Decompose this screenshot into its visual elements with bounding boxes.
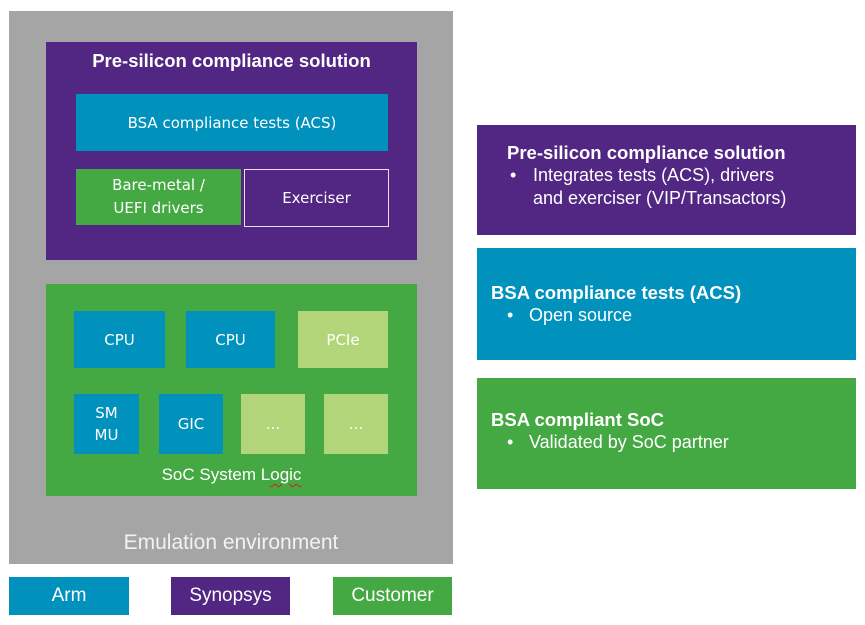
bullet-icon: • <box>510 165 517 185</box>
other-block: ... <box>241 394 305 454</box>
card-bullet-list: • Validated by SoC partner <box>491 431 856 454</box>
card-acs-tests: BSA compliance tests (ACS) • Open source <box>477 248 856 360</box>
card-title: BSA compliant SoC <box>491 409 665 430</box>
presilicon-solution-box <box>46 42 417 260</box>
soc-label-text: SoC System L <box>161 465 271 484</box>
bullet-text: Open source <box>529 305 633 325</box>
spellcheck-flagged-text: ogic <box>270 465 302 484</box>
cpu-block: CPU <box>186 311 275 368</box>
soc-system-logic-label: SoC System Logic <box>46 462 417 488</box>
card-bullet: • Open source <box>491 304 856 327</box>
bullet-line-1: Integrates tests (ACS), drivers <box>533 165 775 185</box>
card-bullet: • Validated by SoC partner <box>491 431 856 454</box>
acs-tests-block: BSA compliance tests (ACS) <box>76 94 388 151</box>
drivers-block: Bare-metal / UEFI drivers <box>76 169 241 225</box>
card-bullet-list: • Integrates tests (ACS), drivers and ex… <box>507 164 856 210</box>
card-bullet: • Integrates tests (ACS), drivers and ex… <box>507 164 856 210</box>
drivers-line-1: Bare-metal / <box>112 176 205 194</box>
legend-arm: Arm <box>9 577 129 615</box>
card-title: Pre-silicon compliance solution <box>507 142 786 163</box>
exerciser-block: Exerciser <box>244 169 389 227</box>
presilicon-solution-title: Pre-silicon compliance solution <box>92 50 371 71</box>
gic-block: GIC <box>159 394 223 454</box>
legend-customer: Customer <box>333 577 452 615</box>
emulation-environment-label: Emulation environment <box>123 531 339 554</box>
bullet-icon: • <box>507 305 514 325</box>
drivers-line-2: UEFI drivers <box>113 199 204 217</box>
smmu-line-1: SM <box>95 404 118 422</box>
other-block: ... <box>324 394 388 454</box>
bullet-icon: • <box>507 432 514 452</box>
legend-synopsys: Synopsys <box>171 577 290 615</box>
bullet-text: Validated by SoC partner <box>529 432 729 452</box>
card-compliant-soc: BSA compliant SoC • Validated by SoC par… <box>477 378 856 489</box>
smmu-block: SM MU <box>74 394 139 454</box>
bullet-line-2: and exerciser (VIP/Transactors) <box>533 188 787 208</box>
pcie-block: PCIe <box>298 311 388 368</box>
smmu-line-2: MU <box>94 426 119 444</box>
cpu-block: CPU <box>74 311 165 368</box>
card-presilicon-solution: Pre-silicon compliance solution • Integr… <box>477 125 856 235</box>
card-bullet-list: • Open source <box>491 304 856 327</box>
card-title: BSA compliance tests (ACS) <box>491 282 742 303</box>
